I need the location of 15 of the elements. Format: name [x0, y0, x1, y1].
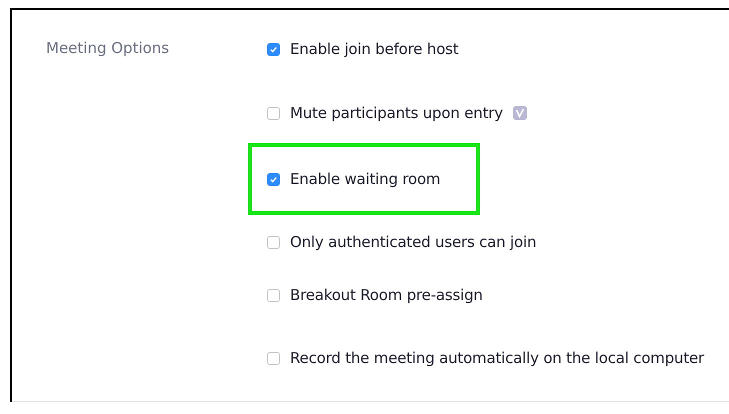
- checkbox[interactable]: [267, 288, 280, 302]
- checkbox[interactable]: [267, 352, 280, 364]
- check-icon: [269, 44, 278, 54]
- option-label: Breakout Room pre-assign: [290, 286, 483, 304]
- checkbox[interactable]: [267, 172, 280, 186]
- section-label: Meeting Options: [45, 38, 170, 59]
- option-label: Record the meeting automatically on the local computer: [290, 349, 704, 367]
- checkbox[interactable]: [267, 42, 280, 56]
- checkbox[interactable]: [267, 236, 280, 248]
- option-label: Enable join before host: [290, 40, 458, 58]
- check-icon: [269, 174, 278, 184]
- option-label: Enable waiting room: [290, 170, 440, 188]
- checkbox[interactable]: [267, 106, 280, 120]
- option-label: Mute participants upon entry: [290, 104, 503, 122]
- option-label: Only authenticated users can join: [290, 233, 536, 251]
